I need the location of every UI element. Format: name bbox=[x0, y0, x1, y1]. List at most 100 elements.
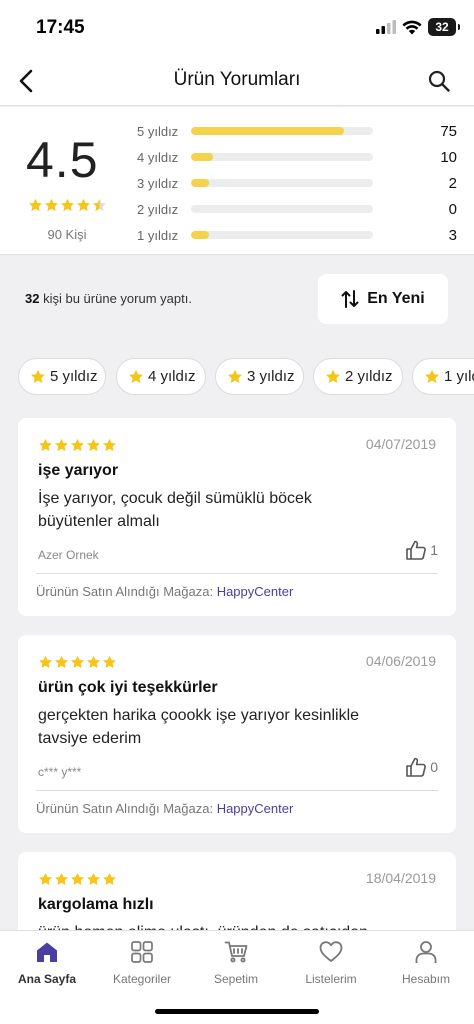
review-body: İşe yarıyor, çocuk değil sümüklü böcek b… bbox=[38, 490, 312, 530]
distribution-row-3[interactable]: 3 yıldız 2 bbox=[137, 173, 457, 193]
tab-label: Sepetim bbox=[213, 972, 259, 986]
distribution-count: 0 bbox=[448, 200, 457, 218]
chip-label: 2 yıldız bbox=[345, 368, 393, 385]
star-icon bbox=[102, 872, 117, 886]
filter-chip-4[interactable]: 4 yıldız bbox=[116, 358, 206, 395]
star-icon bbox=[325, 369, 341, 385]
distribution-count: 2 bbox=[448, 174, 457, 192]
like-count: 0 bbox=[430, 759, 438, 775]
review-author: Azer Ornek bbox=[38, 548, 99, 562]
review-date: 18/04/2019 bbox=[365, 870, 436, 886]
star-icon bbox=[70, 438, 85, 452]
like-count: 1 bbox=[430, 542, 438, 558]
star-icon bbox=[86, 438, 101, 452]
star-icon bbox=[38, 438, 53, 452]
review-stars bbox=[38, 438, 117, 453]
filter-chip-2[interactable]: 2 yıldız bbox=[313, 358, 403, 395]
review-body: gerçekten harika çoookk işe yarıyor kesi… bbox=[38, 707, 360, 747]
distribution-track bbox=[191, 205, 373, 213]
star-icon bbox=[86, 872, 101, 886]
user-icon bbox=[413, 939, 439, 965]
star-icon bbox=[92, 198, 107, 212]
status-icons: 32 bbox=[376, 18, 460, 36]
review-author: c*** y*** bbox=[38, 765, 82, 779]
distribution-label: 2 yıldız bbox=[137, 201, 179, 217]
thumbs-up-icon bbox=[406, 540, 427, 560]
star-icon bbox=[70, 872, 85, 886]
distribution-count: 10 bbox=[440, 148, 457, 166]
filter-chip-5[interactable]: 5 yıldız bbox=[18, 358, 106, 395]
star-icon bbox=[38, 655, 53, 669]
sort-arrows-icon bbox=[341, 290, 359, 308]
distribution-fill bbox=[191, 231, 210, 239]
store-link[interactable]: HappyCenter bbox=[217, 801, 294, 816]
star-icon bbox=[30, 369, 46, 385]
distribution-track bbox=[191, 231, 373, 239]
star-icon bbox=[102, 655, 117, 669]
divider bbox=[36, 573, 438, 574]
average-rating: 4.5 bbox=[26, 132, 99, 188]
review-count-label: kişi bu ürüne yorum yaptı. bbox=[43, 291, 192, 306]
star-icon bbox=[326, 369, 340, 383]
star-icon bbox=[228, 369, 242, 383]
distribution-row-5[interactable]: 5 yıldız 75 bbox=[137, 121, 457, 141]
home-indicator bbox=[155, 1009, 319, 1014]
search-icon bbox=[428, 70, 450, 92]
battery-icon: 32 bbox=[428, 18, 460, 36]
star-icon bbox=[38, 872, 53, 886]
tab-label: Hesabım bbox=[401, 972, 451, 986]
chip-label: 3 yıldız bbox=[247, 368, 295, 385]
sort-button[interactable]: En Yeni bbox=[318, 274, 448, 324]
tab-categories[interactable]: Kategoriler bbox=[97, 937, 187, 991]
star-icon bbox=[28, 198, 43, 212]
distribution-label: 4 yıldız bbox=[137, 149, 179, 165]
store-label: Ürünün Satın Alındığı Mağaza: bbox=[36, 801, 214, 816]
tab-cart[interactable]: Sepetim bbox=[191, 937, 281, 991]
distribution-fill bbox=[191, 153, 213, 161]
tab-label: Ana Sayfa bbox=[17, 972, 77, 986]
store-info: Ürünün Satın Alındığı Mağaza: HappyCente… bbox=[36, 584, 293, 599]
store-label: Ürünün Satın Alındığı Mağaza: bbox=[36, 584, 214, 599]
distribution-row-4[interactable]: 4 yıldız 10 bbox=[137, 147, 457, 167]
distribution-count: 3 bbox=[448, 226, 457, 244]
status-time: 17:45 bbox=[36, 17, 85, 38]
star-icon bbox=[31, 369, 45, 383]
distribution-label: 5 yıldız bbox=[137, 123, 179, 139]
review-date: 04/07/2019 bbox=[365, 436, 436, 452]
review-stars bbox=[38, 655, 117, 670]
star-icon bbox=[129, 369, 143, 383]
tab-lists[interactable]: Listelerim bbox=[286, 937, 376, 991]
like-button[interactable]: 1 bbox=[405, 539, 438, 561]
divider bbox=[36, 790, 438, 791]
filter-chip-1[interactable]: 1 yıldız bbox=[412, 358, 474, 395]
page-title: Ürün Yorumları bbox=[173, 69, 301, 90]
grid-icon bbox=[129, 939, 155, 965]
sort-label: En Yeni bbox=[367, 290, 425, 307]
chip-label: 5 yıldız bbox=[50, 368, 98, 385]
star-icon bbox=[54, 438, 69, 452]
review-title: kargolama hızlı bbox=[38, 896, 154, 913]
star-filter-chips: 5 yıldız 4 yıldız 3 yıldız 2 yıldız 1 yı… bbox=[18, 358, 474, 396]
like-button[interactable]: 0 bbox=[405, 756, 438, 778]
tab-label: Kategoriler bbox=[112, 972, 172, 986]
distribution-row-2[interactable]: 2 yıldız 0 bbox=[137, 199, 457, 219]
filter-chip-3[interactable]: 3 yıldız bbox=[215, 358, 304, 395]
distribution-label: 3 yıldız bbox=[137, 175, 179, 191]
search-button[interactable] bbox=[424, 66, 454, 96]
distribution-track bbox=[191, 179, 373, 187]
tab-home[interactable]: Ana Sayfa bbox=[2, 937, 92, 991]
distribution-label: 1 yıldız bbox=[137, 227, 179, 243]
signal-icon bbox=[376, 20, 396, 34]
store-info: Ürünün Satın Alındığı Mağaza: HappyCente… bbox=[36, 801, 293, 816]
star-icon bbox=[102, 438, 117, 452]
thumbs-up-icon bbox=[406, 757, 427, 777]
tab-account[interactable]: Hesabım bbox=[381, 937, 471, 991]
status-bar: 17:45 32 bbox=[0, 0, 474, 56]
review-card: 04/06/2019 ürün çok iyi teşekkürler gerç… bbox=[18, 635, 456, 833]
review-stars bbox=[38, 872, 117, 887]
store-link[interactable]: HappyCenter bbox=[217, 584, 294, 599]
heart-icon bbox=[318, 939, 344, 965]
cart-icon bbox=[223, 939, 249, 965]
distribution-row-1[interactable]: 1 yıldız 3 bbox=[137, 225, 457, 245]
distribution-fill bbox=[191, 179, 210, 187]
